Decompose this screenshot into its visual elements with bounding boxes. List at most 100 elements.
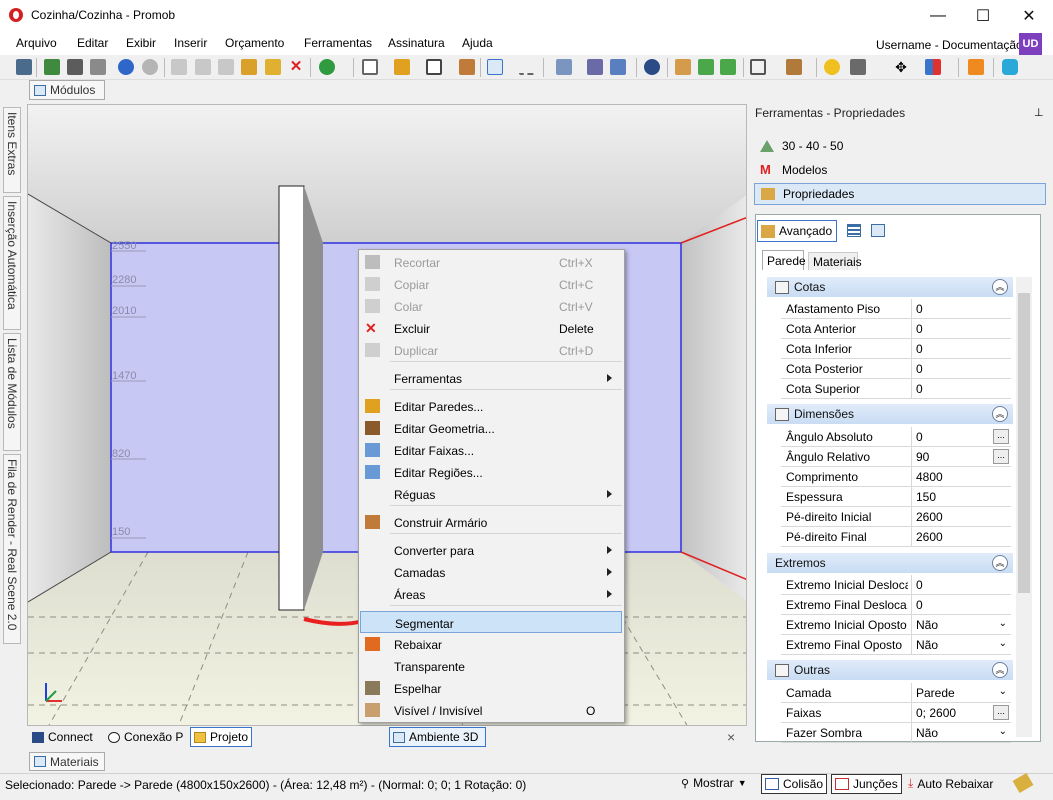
save-icon[interactable] — [16, 59, 32, 75]
context-menu-item-converter-para[interactable]: Converter para — [360, 539, 622, 561]
move-icon[interactable]: ✥ — [893, 59, 909, 75]
ellipsis-button[interactable]: ... — [993, 429, 1009, 444]
property-value[interactable]: 150 — [911, 487, 1011, 506]
context-menu-item-réguas[interactable]: Réguas — [360, 483, 622, 505]
redo-icon[interactable] — [142, 59, 158, 75]
tab-fila-render[interactable]: Fila de Render - Real Scene 2.0 — [3, 454, 21, 644]
chat-icon[interactable] — [1002, 59, 1018, 75]
arrow-right-icon[interactable] — [720, 59, 736, 75]
context-menu-item-áreas[interactable]: Áreas — [360, 583, 622, 605]
close-button[interactable]: ✕ — [1006, 0, 1052, 31]
property-row[interactable]: Extremo Inicial Oposto Não ⌄ — [781, 615, 1011, 635]
chevron-down-icon[interactable]: ⌄ — [999, 726, 1007, 737]
property-row[interactable]: Fazer Sombra Não ⌄ — [781, 723, 1011, 743]
collapse-chevron-icon[interactable]: ︽ — [992, 662, 1008, 678]
user-name[interactable]: Username - Documentação — [876, 38, 1023, 52]
property-row[interactable]: Extremo Inicial Desloca... 0 — [781, 575, 1011, 595]
property-row[interactable]: Cota Posterior 0 — [781, 359, 1011, 379]
property-value[interactable]: 0 — [911, 319, 1011, 338]
package-icon[interactable] — [675, 59, 691, 75]
collapse-chevron-icon[interactable]: ︽ — [992, 279, 1008, 295]
panel-scrollbar[interactable] — [1016, 277, 1032, 737]
delete-icon[interactable]: ✕ — [288, 59, 304, 75]
property-row[interactable]: Ângulo Absoluto 0... — [781, 427, 1011, 447]
property-value[interactable]: Não — [911, 635, 1011, 654]
section-dimensoes[interactable]: Dimensões ︽ — [767, 404, 1013, 424]
context-menu-item-excluir[interactable]: ✕ Excluir Delete — [360, 317, 622, 339]
ellipsis-button[interactable]: ... — [993, 705, 1009, 720]
undo-icon[interactable] — [118, 59, 134, 75]
hammer-icon[interactable] — [241, 59, 257, 75]
minimize-button[interactable]: — — [915, 0, 961, 31]
menu-editar[interactable]: Editar — [77, 36, 108, 50]
property-row[interactable]: Faixas 0; 2600... — [781, 703, 1011, 723]
property-value[interactable]: 2600 — [911, 527, 1011, 546]
property-row[interactable]: Comprimento 4800 — [781, 467, 1011, 487]
print-preview-icon[interactable] — [67, 59, 83, 75]
menu-assinatura[interactable]: Assinatura — [388, 36, 445, 50]
light-icon[interactable] — [824, 59, 840, 75]
property-row[interactable]: Espessura 150 — [781, 487, 1011, 507]
3d-view-icon[interactable] — [610, 59, 626, 75]
ellipsis-button[interactable]: ... — [993, 449, 1009, 464]
context-menu-item-editar-regiões[interactable]: Editar Regiões... — [360, 461, 622, 483]
menu-inserir[interactable]: Inserir — [174, 36, 207, 50]
collapse-chevron-icon[interactable]: ︽ — [992, 555, 1008, 571]
panel-item-modelos[interactable]: M Modelos — [754, 159, 1046, 181]
colisao-toggle[interactable]: Colisão — [761, 774, 828, 794]
left-wall[interactable] — [28, 194, 111, 602]
tab-connect[interactable]: Connect — [29, 727, 96, 747]
tab-modulos[interactable]: Módulos — [29, 80, 105, 100]
chevron-down-icon[interactable]: ⌄ — [999, 686, 1007, 697]
context-menu-item-ferramentas[interactable]: Ferramentas — [360, 367, 622, 389]
menu-ferramentas[interactable]: Ferramentas — [304, 36, 372, 50]
collapse-chevron-icon[interactable]: ︽ — [992, 406, 1008, 422]
property-value[interactable]: 2600 — [911, 507, 1011, 526]
paint-icon[interactable] — [265, 59, 281, 75]
camera-icon[interactable] — [850, 59, 866, 75]
property-row[interactable]: Pé-direito Inicial 2600 — [781, 507, 1011, 527]
user-icon[interactable] — [968, 59, 984, 75]
property-value[interactable]: 4800 — [911, 467, 1011, 486]
cube-icon[interactable] — [786, 59, 802, 75]
partition-wall-side[interactable] — [304, 186, 323, 610]
tab-projeto[interactable]: Projeto — [190, 727, 253, 747]
maximize-button[interactable]: ☐ — [960, 0, 1006, 31]
tab-itens-extras[interactable]: Itens Extras — [3, 107, 21, 193]
tab-materiais-prop[interactable]: Materiais — [808, 252, 862, 270]
layers-icon[interactable] — [556, 59, 572, 75]
layout-icon[interactable] — [362, 59, 378, 75]
close-tab-button[interactable]: × — [724, 727, 738, 747]
property-row[interactable]: Cota Inferior 0 — [781, 339, 1011, 359]
property-value[interactable]: 0 — [911, 339, 1011, 358]
partition-wall-front[interactable] — [278, 185, 305, 611]
juncoes-toggle[interactable]: Junções — [831, 774, 902, 794]
colors-icon[interactable] — [925, 59, 941, 75]
property-row[interactable]: Cota Anterior 0 — [781, 319, 1011, 339]
menu-exibir[interactable]: Exibir — [126, 36, 156, 50]
paste-icon[interactable] — [218, 59, 234, 75]
section-extremos[interactable]: Extremos ︽ — [767, 553, 1013, 573]
property-value[interactable]: Não — [911, 723, 1011, 742]
view-tools-icon[interactable] — [587, 59, 603, 75]
user-avatar[interactable]: UD — [1019, 33, 1042, 55]
context-menu-item-editar-faixas[interactable]: Editar Faixas... — [360, 439, 622, 461]
budget-icon[interactable] — [319, 59, 335, 75]
property-row[interactable]: Extremo Final Oposto Não ⌄ — [781, 635, 1011, 655]
modules-icon[interactable] — [394, 59, 410, 75]
property-value[interactable]: 0 — [911, 379, 1011, 398]
print-icon[interactable] — [90, 59, 106, 75]
menu-arquivo[interactable]: Arquivo — [16, 36, 57, 50]
right-wall[interactable] — [681, 194, 747, 602]
context-menu-item-visível-invisível[interactable]: Visível / Invisível O — [360, 699, 622, 721]
measure-icon[interactable] — [519, 59, 535, 75]
alphabetical-icon[interactable] — [871, 224, 885, 237]
property-value[interactable]: 0 — [911, 299, 1011, 318]
property-row[interactable]: Pé-direito Final 2600 — [781, 527, 1011, 547]
property-row[interactable]: Cota Superior 0 — [781, 379, 1011, 399]
context-menu-item-segmentar[interactable]: Segmentar — [360, 611, 622, 633]
select-cursor-icon[interactable] — [487, 59, 503, 75]
context-menu-item-transparente[interactable]: Transparente — [360, 655, 622, 677]
categorized-icon[interactable] — [847, 224, 861, 237]
property-row[interactable]: Extremo Final Desloca... 0 — [781, 595, 1011, 615]
